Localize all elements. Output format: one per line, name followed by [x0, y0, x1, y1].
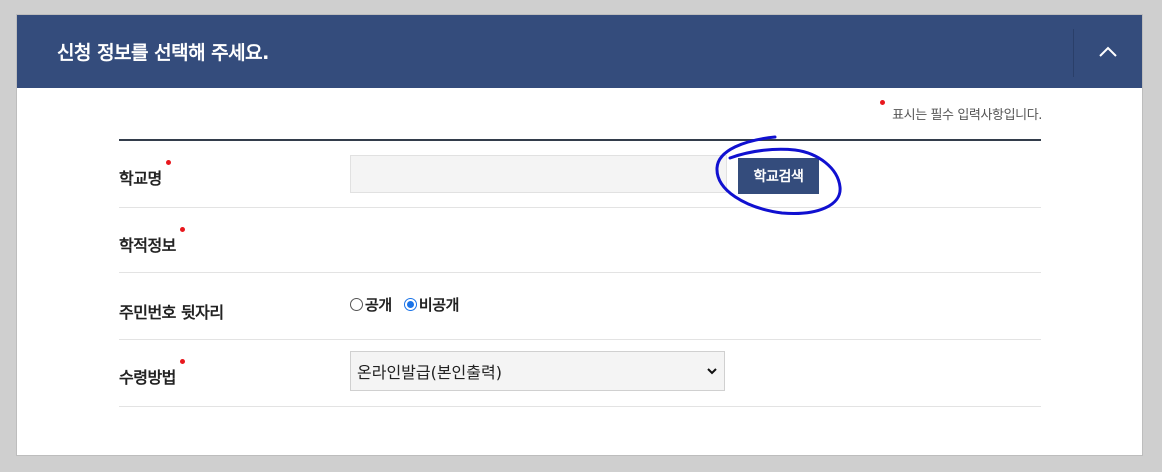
radio-option-public[interactable]: 공개: [350, 294, 392, 315]
panel-header: 신청 정보를 선택해 주세요.: [17, 15, 1142, 88]
application-panel: 신청 정보를 선택해 주세요. 표시는 필수 입력사항입니다. 학교명 학교검색…: [16, 14, 1143, 456]
academic-label: 학적정보: [119, 227, 185, 256]
form-row-resident-number: 주민번호 뒷자리 공개 비공개: [119, 273, 1041, 340]
required-dot: [165, 160, 171, 165]
radio-button-checked[interactable]: [403, 298, 417, 311]
form-row-academic: 학적정보: [119, 208, 1041, 273]
radio-option-private[interactable]: 비공개: [403, 294, 460, 315]
page-title: 신청 정보를 선택해 주세요.: [57, 42, 269, 64]
school-search-button[interactable]: 학교검색: [738, 158, 819, 194]
receive-method-label-text: 수령방법: [119, 368, 176, 387]
receive-method-select[interactable]: 온라인발급(본인출력): [350, 351, 725, 391]
receive-method-selected: 온라인발급(본인출력): [357, 363, 502, 382]
chevron-up-icon: [1099, 46, 1117, 57]
form-row-school: 학교명 학교검색: [119, 141, 1041, 208]
school-name-input[interactable]: [350, 155, 727, 193]
required-note: 표시는 필수 입력사항입니다.: [880, 100, 1042, 123]
required-dot: [880, 100, 886, 105]
required-note-text: 표시는 필수 입력사항입니다.: [892, 108, 1042, 123]
academic-label-text: 학적정보: [119, 236, 176, 255]
application-form: 학교명 학교검색 학적정보 주민번호 뒷자리 공개 비공개 수령방법 온라인발급…: [119, 139, 1041, 407]
receive-method-label: 수령방법: [119, 359, 185, 388]
school-label: 학교명: [119, 160, 171, 189]
collapse-toggle-button[interactable]: [1074, 15, 1142, 88]
school-label-text: 학교명: [119, 169, 162, 188]
radio-label: 공개: [365, 296, 392, 314]
resident-number-label: 주민번호 뒷자리: [119, 303, 224, 322]
chevron-down-icon: [707, 368, 717, 375]
resident-number-radio-group: 공개 비공개: [350, 294, 471, 315]
required-dot: [179, 359, 185, 364]
radio-button[interactable]: [350, 298, 363, 311]
radio-label: 비공개: [418, 296, 460, 314]
form-row-receive-method: 수령방법 온라인발급(본인출력): [119, 340, 1041, 407]
required-dot: [179, 227, 185, 232]
